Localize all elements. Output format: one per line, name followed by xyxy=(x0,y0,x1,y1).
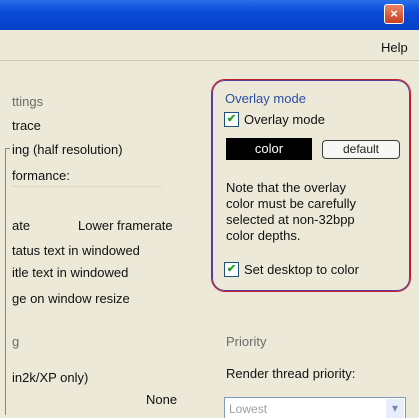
set-desktop-checkbox-label[interactable]: Set desktop to color xyxy=(244,262,359,277)
overlay-note-line: color depths. xyxy=(226,228,301,243)
overlay-mode-heading: Overlay mode xyxy=(225,91,306,106)
settings-heading: ttings xyxy=(12,94,44,109)
overlay-mode-checkbox[interactable]: ✔ xyxy=(224,112,239,127)
trace-option[interactable]: trace xyxy=(12,118,41,133)
lower-framerate-label: Lower framerate xyxy=(78,218,173,233)
render-thread-priority-label: Render thread priority: xyxy=(226,366,356,381)
chevron-down-icon[interactable]: ▾ xyxy=(386,399,404,418)
priority-select-value: Lowest xyxy=(229,402,268,416)
performance-label: formance: xyxy=(12,168,70,183)
performance-slider[interactable] xyxy=(12,186,162,187)
group-border xyxy=(5,148,6,415)
color-button[interactable]: color xyxy=(226,138,312,160)
set-desktop-checkbox[interactable]: ✔ xyxy=(224,262,239,277)
overlay-note-line: Note that the overlay xyxy=(226,180,346,195)
none-label: None xyxy=(146,392,178,407)
menu-bar xyxy=(0,30,419,61)
win2k-option[interactable]: in2k/XP only) xyxy=(12,370,88,385)
title-bar: × xyxy=(0,0,419,30)
priority-heading: Priority xyxy=(226,334,267,349)
overlay-mode-checkbox-label[interactable]: Overlay mode xyxy=(244,112,325,127)
title-text-option[interactable]: itle text in windowed xyxy=(12,265,128,280)
status-text-option[interactable]: tatus text in windowed xyxy=(12,243,140,258)
half-resolution-option[interactable]: ing (half resolution) xyxy=(12,142,123,157)
menu-help[interactable]: Help xyxy=(381,40,408,55)
default-button[interactable]: default xyxy=(322,140,400,159)
framerate-left-label: ate xyxy=(12,218,31,233)
close-icon[interactable]: × xyxy=(384,4,404,24)
g-heading: g xyxy=(12,334,20,349)
overlay-note-line: color must be carefully xyxy=(226,196,357,211)
overlay-note-line: selected at non-32bpp xyxy=(226,212,355,227)
window-resize-option[interactable]: ge on window resize xyxy=(12,291,130,306)
group-border-corner xyxy=(5,148,10,149)
